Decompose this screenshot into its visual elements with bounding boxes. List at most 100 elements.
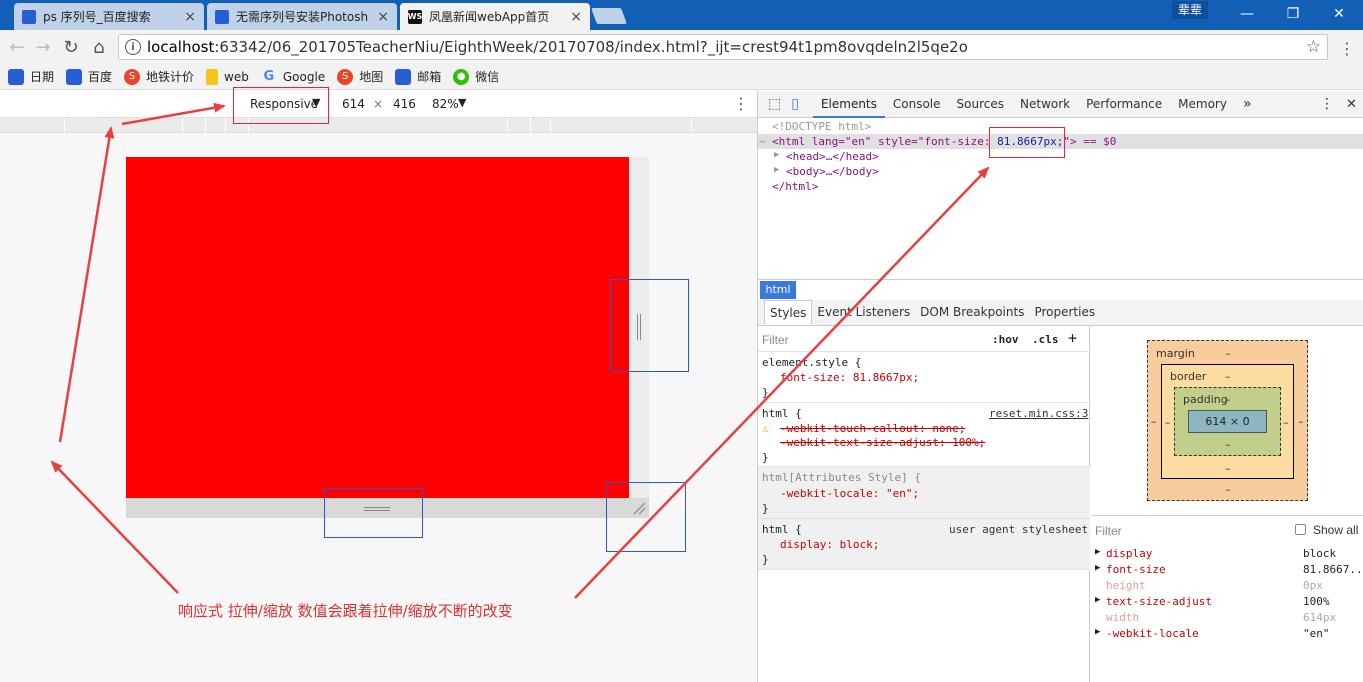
reset-css-link[interactable]: reset.min.css:3 [989, 407, 1088, 420]
touch-callout-decl[interactable]: -webkit-touch-callout: none; [780, 422, 965, 435]
menu-icon[interactable]: ⋮ [1336, 37, 1358, 59]
computed-val-display: block [1303, 547, 1337, 560]
bookmark-item[interactable]: 🐾 邮箱 [395, 68, 441, 85]
home-icon[interactable]: ⌂ [88, 36, 110, 58]
profile-button[interactable]: 辈辈 [1172, 1, 1209, 19]
forward-icon[interactable]: → [32, 36, 54, 58]
box-model-margin[interactable]: margin – – – – border – – – – padding – … [1147, 340, 1308, 501]
tab-memory[interactable]: Memory [1170, 91, 1235, 118]
margin-bottom-value[interactable]: – [1225, 483, 1231, 496]
padding-bottom-value[interactable]: – [1225, 438, 1231, 451]
tab-elements[interactable]: Elements [812, 91, 885, 118]
show-all-checkbox[interactable] [1295, 524, 1306, 535]
margin-right-value[interactable]: – [1298, 415, 1304, 428]
media-query-ruler[interactable] [0, 118, 757, 133]
info-icon[interactable]: i [125, 39, 141, 55]
tab-ifeng-webapp[interactable]: WS 凤凰新闻webApp首页 × [400, 3, 590, 30]
bookmark-item[interactable]: web [206, 68, 249, 85]
reload-icon[interactable]: ↻ [60, 36, 82, 58]
padding-label: padding [1183, 393, 1228, 406]
annotation-note: 响应式 拉伸/缩放 数值会跟着拉伸/缩放不断的改变 [178, 602, 513, 620]
computed-prop-text-size-adjust[interactable]: text-size-adjust [1106, 595, 1212, 608]
devtools-close-icon[interactable]: ✕ [1338, 91, 1363, 118]
box-model-content[interactable]: 614 × 0 [1188, 410, 1267, 433]
cls-button[interactable]: .cls [1032, 333, 1059, 346]
height-input[interactable]: 416 [393, 97, 416, 111]
bookmark-item[interactable]: S 地铁计价 [124, 68, 194, 85]
bookmark-item[interactable]: 🐾 百度 [66, 68, 112, 85]
expand-triangle-icon[interactable]: ▶ [1095, 595, 1100, 605]
close-icon[interactable]: × [184, 9, 196, 25]
url-text[interactable]: localhost:63342/06_201705TeacherNiu/Eigh… [147, 38, 1306, 56]
url-host: localhost [147, 38, 215, 56]
computed-prop-font-size[interactable]: font-size [1106, 563, 1166, 576]
computed-prop-height: height [1106, 579, 1146, 592]
dom-html-close[interactable]: </html> [772, 180, 818, 193]
tab-styles[interactable]: Styles [764, 300, 813, 325]
padding-top-value[interactable]: – [1225, 393, 1231, 406]
expand-triangle-icon[interactable]: ▶ [1095, 547, 1100, 557]
breadcrumb-html[interactable]: html [760, 281, 796, 299]
text-size-adjust-decl[interactable]: -webkit-text-size-adjust: 100%; [780, 436, 985, 449]
back-icon[interactable]: ← [6, 36, 28, 58]
margin-left-value[interactable]: – [1151, 415, 1157, 428]
more-options-icon[interactable]: ⋮ [733, 94, 749, 113]
element-style-decl[interactable]: font-size: 81.8667px; [780, 371, 919, 384]
device-toggle-icon[interactable]: ▯ [787, 91, 813, 118]
bookmark-item[interactable]: ● 微信 [453, 68, 499, 85]
tab-properties[interactable]: Properties [1029, 300, 1100, 325]
maximize-icon[interactable]: ❐ [1270, 0, 1316, 28]
address-bar[interactable]: i localhost:63342/06_201705TeacherNiu/Ei… [118, 34, 1328, 60]
highlight-box-bottom-handle [324, 488, 423, 538]
display-block-decl: display: block; [780, 538, 880, 551]
computed-val-width: 614px [1303, 611, 1337, 624]
tab-network[interactable]: Network [1012, 91, 1078, 118]
bookmark-item[interactable]: S 地图 [337, 68, 383, 85]
styles-pane: Filter :hov .cls + element.style { font-… [758, 326, 1090, 682]
box-model-border[interactable]: border – – – – padding – – 614 × 0 [1161, 364, 1294, 479]
tab-sources[interactable]: Sources [949, 91, 1012, 118]
expand-triangle-icon[interactable]: ▶ [774, 150, 779, 160]
close-icon[interactable]: × [377, 9, 389, 25]
styles-filter-input[interactable]: Filter [762, 333, 789, 347]
inspect-icon[interactable]: ⬚ [758, 91, 787, 118]
zoom-select[interactable]: 82% [432, 97, 459, 111]
window-close-icon[interactable]: ✕ [1316, 0, 1362, 28]
new-rule-button[interactable]: + [1068, 329, 1077, 347]
border-bottom-value[interactable]: – [1225, 462, 1231, 475]
expand-triangle-icon[interactable]: ▶ [774, 165, 779, 175]
dom-body[interactable]: <body>…</body> [786, 165, 879, 178]
dom-doctype[interactable]: <!DOCTYPE html> [772, 120, 871, 133]
bookmark-item[interactable]: G Google [261, 69, 326, 85]
more-tabs-icon[interactable]: » [1235, 91, 1260, 118]
expand-triangle-icon[interactable]: ▶ [1095, 563, 1100, 573]
margin-top-value[interactable]: – [1225, 347, 1231, 360]
expand-triangle-icon[interactable]: ▶ [1095, 627, 1100, 637]
rule-close: } [762, 451, 769, 464]
tab-dom-breakpoints[interactable]: DOM Breakpoints [915, 300, 1029, 325]
width-input[interactable]: 614 [342, 97, 365, 111]
computed-prop-webkit-locale[interactable]: -webkit-locale [1106, 627, 1199, 640]
chevron-down-icon[interactable]: ▼ [458, 96, 466, 109]
border-left-value[interactable]: – [1165, 416, 1171, 429]
tab-baidu-search[interactable]: 🐾 ps 序列号_百度搜索 × [14, 3, 204, 30]
box-model-padding[interactable]: padding – – 614 × 0 [1174, 387, 1281, 456]
tab-performance[interactable]: Performance [1078, 91, 1170, 118]
folder-icon [206, 68, 219, 85]
new-tab-button[interactable] [591, 8, 627, 24]
border-right-value[interactable]: – [1283, 416, 1289, 429]
tab-event-listeners[interactable]: Event Listeners [812, 300, 915, 325]
hov-button[interactable]: :hov [992, 333, 1019, 346]
baidu-paw-icon: 🐾 [66, 68, 83, 85]
computed-prop-display[interactable]: display [1106, 547, 1152, 560]
tab-photoshop[interactable]: 🐾 无需序列号安装Photosh × [207, 3, 397, 30]
minimize-icon[interactable]: — [1224, 0, 1270, 28]
bookmark-label: 日期 [30, 70, 55, 84]
bookmark-item[interactable]: 🐾 日期 [8, 68, 54, 85]
close-icon[interactable]: × [570, 9, 582, 25]
computed-filter-input[interactable]: Filter [1095, 524, 1122, 538]
bookmark-star-icon[interactable]: ☆ [1306, 37, 1321, 57]
border-top-value[interactable]: – [1225, 370, 1231, 383]
dom-head[interactable]: <head>…</head> [786, 150, 879, 163]
tab-console[interactable]: Console [885, 91, 949, 118]
